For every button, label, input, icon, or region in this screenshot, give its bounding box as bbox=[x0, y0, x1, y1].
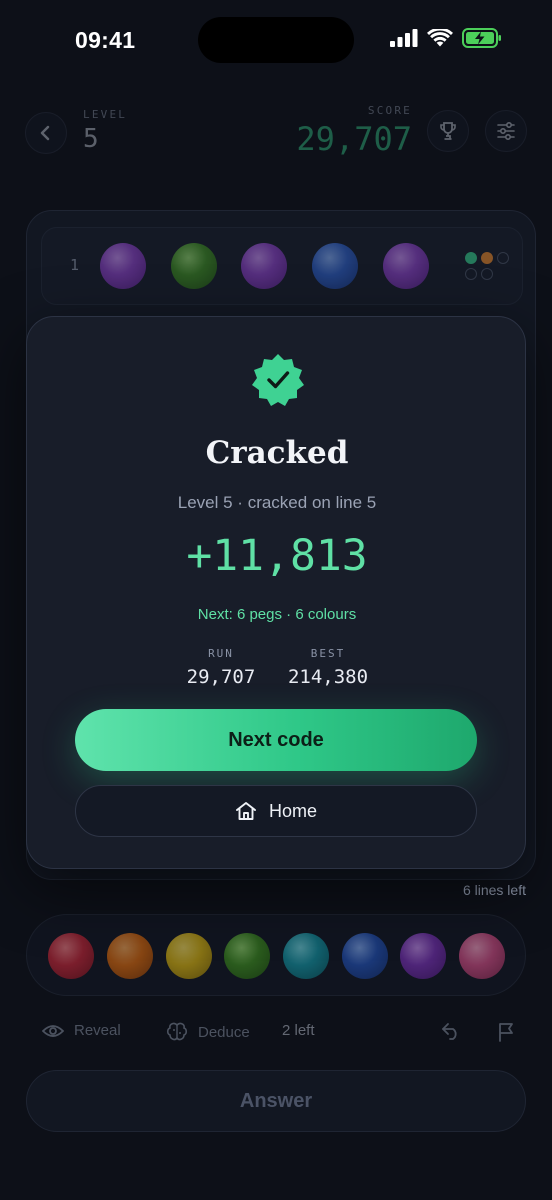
hints-left: 2 left bbox=[282, 1022, 315, 1039]
battery-charging-icon bbox=[462, 28, 501, 48]
guess-peg-1 bbox=[100, 243, 146, 289]
cracked-modal: Cracked Level 5 · cracked on line 5 +11,… bbox=[26, 316, 526, 869]
status-bar: 09:41 bbox=[0, 0, 552, 80]
reveal-button[interactable]: Reveal bbox=[42, 1022, 121, 1039]
color-peg-teal[interactable] bbox=[283, 933, 329, 979]
next-code-button[interactable]: Next code bbox=[75, 709, 477, 771]
color-peg-yellow[interactable] bbox=[166, 933, 212, 979]
color-peg-blue[interactable] bbox=[342, 933, 388, 979]
feedback-peg-empty bbox=[465, 268, 477, 280]
brain-icon bbox=[166, 1022, 188, 1041]
undo-icon bbox=[442, 1023, 457, 1040]
reveal-label: Reveal bbox=[74, 1022, 121, 1039]
color-peg-orange[interactable] bbox=[107, 933, 153, 979]
deduce-label: Deduce bbox=[198, 1023, 250, 1041]
points-earned: +11,813 bbox=[186, 531, 368, 581]
tools-row: Reveal Deduce 2 left bbox=[0, 1016, 552, 1050]
game-header: LEVEL 5 SCORE 29,707 bbox=[0, 100, 552, 180]
level-value: 5 bbox=[83, 124, 99, 154]
flag-icon bbox=[499, 1023, 513, 1042]
back-button[interactable] bbox=[25, 112, 67, 154]
home-button[interactable]: Home bbox=[75, 785, 477, 837]
deduce-button[interactable]: Deduce bbox=[166, 1022, 250, 1042]
guess-peg-3 bbox=[241, 243, 287, 289]
home-icon bbox=[236, 802, 256, 820]
settings-button[interactable] bbox=[485, 110, 527, 152]
feedback-peg-empty bbox=[481, 268, 493, 280]
status-icons bbox=[390, 28, 502, 48]
best-stat: BEST 214,380 bbox=[283, 647, 373, 688]
run-value: 29,707 bbox=[186, 666, 256, 688]
feedback-peg-partial bbox=[481, 252, 493, 264]
game-screen: 09:41 LEVEL 5 SCORE 29,707 1 6 lines lef… bbox=[0, 0, 552, 1200]
trophy-icon bbox=[440, 122, 456, 140]
leaderboard-button[interactable] bbox=[427, 110, 469, 152]
score-value: 29,707 bbox=[296, 120, 412, 158]
guess-peg-4 bbox=[312, 243, 358, 289]
color-peg-pink[interactable] bbox=[459, 933, 505, 979]
status-time: 09:41 bbox=[75, 27, 136, 53]
modal-title: Cracked bbox=[205, 435, 349, 471]
row-number: 1 bbox=[70, 256, 80, 274]
dynamic-island bbox=[198, 17, 354, 63]
level-label: LEVEL bbox=[83, 108, 128, 121]
color-peg-red[interactable] bbox=[48, 933, 94, 979]
feedback-peg-exact bbox=[465, 252, 477, 264]
next-level-info: Next: 6 pegs · 6 colours bbox=[197, 606, 357, 623]
undo-button[interactable] bbox=[441, 1022, 461, 1040]
verified-badge-icon bbox=[252, 354, 304, 406]
run-label: RUN bbox=[208, 647, 234, 660]
give-up-button[interactable] bbox=[497, 1022, 515, 1042]
guess-peg-2 bbox=[171, 243, 217, 289]
color-tray bbox=[26, 914, 526, 996]
run-stat: RUN 29,707 bbox=[183, 647, 259, 688]
guess-peg-5 bbox=[383, 243, 429, 289]
best-value: 214,380 bbox=[287, 666, 369, 688]
back-icon bbox=[40, 125, 50, 141]
lines-left: 6 lines left bbox=[462, 882, 526, 898]
best-label: BEST bbox=[310, 647, 346, 660]
wifi-icon bbox=[427, 28, 453, 46]
answer-button[interactable]: Answer bbox=[26, 1070, 526, 1132]
settings-sliders-icon bbox=[497, 122, 515, 140]
guess-row: 1 bbox=[41, 227, 523, 305]
color-peg-green[interactable] bbox=[224, 933, 270, 979]
feedback-peg-empty bbox=[497, 252, 509, 264]
color-peg-purple[interactable] bbox=[400, 933, 446, 979]
eye-icon bbox=[42, 1024, 64, 1037]
signal-icon bbox=[390, 29, 418, 47]
score-label: SCORE bbox=[367, 104, 412, 117]
modal-subtitle: Level 5 · cracked on line 5 bbox=[177, 493, 377, 512]
home-label: Home bbox=[268, 800, 317, 821]
